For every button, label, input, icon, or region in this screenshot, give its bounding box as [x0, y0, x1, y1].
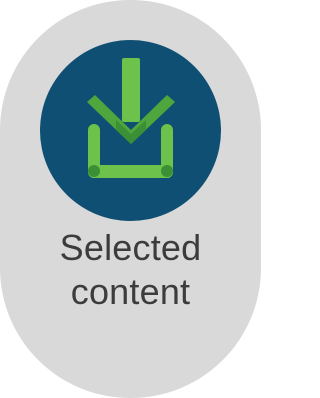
tile-label: Selected content — [0, 226, 261, 314]
icon-badge — [40, 40, 221, 221]
tile-label-line1: Selected — [59, 227, 202, 268]
tile-label-line2: content — [70, 271, 191, 312]
selected-content-tile[interactable]: Selected content — [0, 0, 261, 398]
download-icon — [87, 58, 175, 178]
